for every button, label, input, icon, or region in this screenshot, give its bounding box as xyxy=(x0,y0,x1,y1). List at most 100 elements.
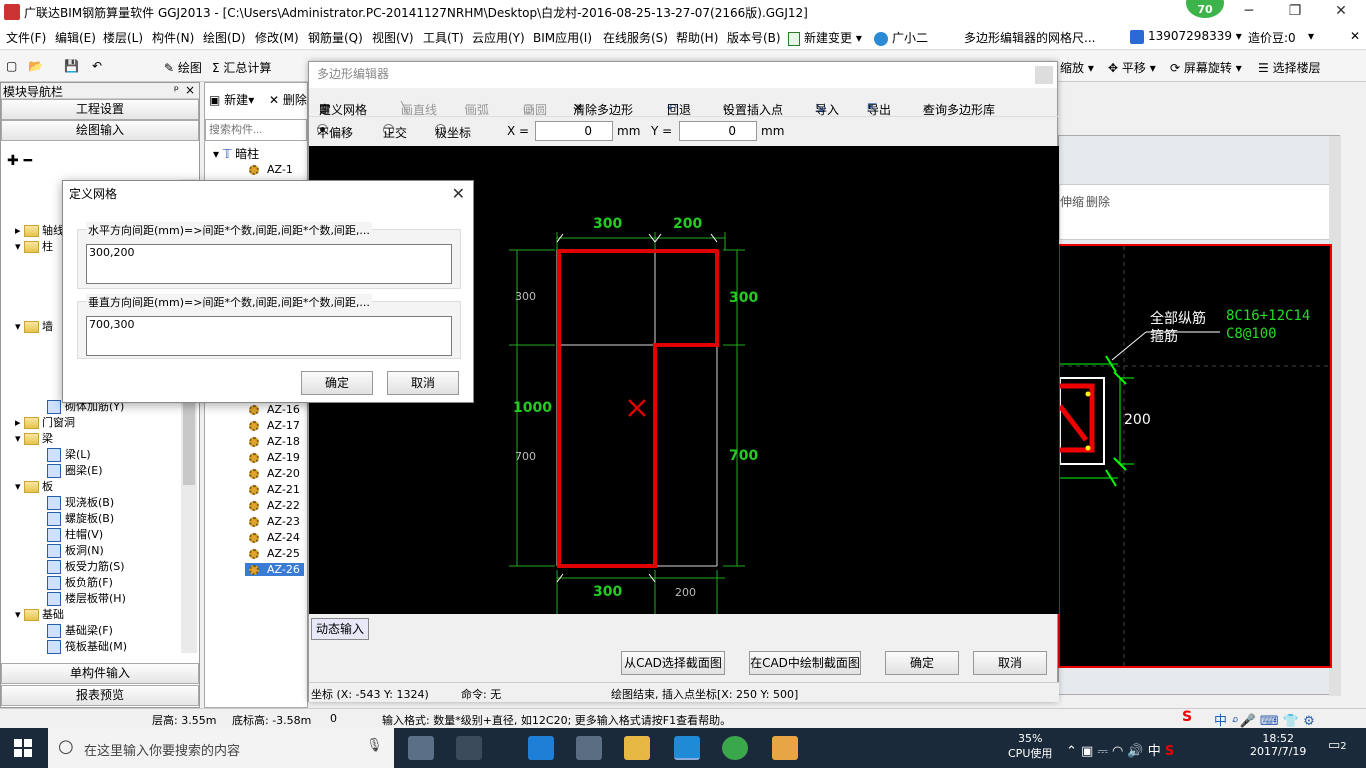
polygon-close-icon[interactable] xyxy=(1035,66,1053,84)
score-badge[interactable]: 70 xyxy=(1184,0,1226,20)
cancel-button[interactable]: 取消 xyxy=(973,651,1047,675)
dialog-close-icon[interactable]: ✕ xyxy=(452,184,465,203)
file-explorer-icon[interactable] xyxy=(624,736,650,760)
menu-version[interactable]: 版本号(B) xyxy=(727,29,781,46)
undo-icon[interactable]: ↶ xyxy=(92,59,102,73)
tree-column-cap[interactable]: 柱帽(V) xyxy=(47,527,103,543)
menu-help[interactable]: 帮助(H) xyxy=(676,29,718,46)
store-icon[interactable] xyxy=(576,736,602,760)
list-item[interactable]: AZ-20 xyxy=(249,467,300,480)
pin-icon[interactable]: ᵖ xyxy=(174,83,179,97)
tree-slab-neg-rebar[interactable]: 板负筋(F) xyxy=(47,575,113,591)
expand-collapse-icon[interactable]: ✚ ━ xyxy=(7,153,32,169)
single-input-button[interactable]: 单构件输入 xyxy=(1,663,199,684)
sogou-ime-icon[interactable]: S xyxy=(1182,709,1192,725)
nav-close-icon[interactable]: × xyxy=(185,83,195,97)
component-search-input[interactable] xyxy=(205,119,307,141)
shrink-button[interactable]: 伸缩 xyxy=(1060,193,1084,210)
menu-rebar[interactable]: 钢筋量(Q) xyxy=(308,29,363,46)
tree-raft[interactable]: 筏板基础(M) xyxy=(47,639,127,655)
tree-spiral-slab[interactable]: 螺旋板(B) xyxy=(47,511,114,527)
list-item-selected[interactable]: AZ-26 xyxy=(245,563,304,576)
tree-foundation[interactable]: ▾ 基础 xyxy=(15,607,64,623)
cad-draw-button[interactable]: 在CAD中绘制截面图 xyxy=(749,651,861,675)
section-canvas[interactable]: 全部纵筋 8C16+12C14 箍筋 C8@100 200 xyxy=(1058,244,1332,668)
list-item[interactable]: AZ-1 xyxy=(249,163,293,176)
project-settings-button[interactable]: 工程设置 xyxy=(1,99,199,120)
tree-slab[interactable]: ▾ 板 xyxy=(15,479,53,495)
list-item[interactable]: AZ-25 xyxy=(249,547,300,560)
notice-link[interactable]: 多边形编辑器的网格尺... xyxy=(964,29,1095,46)
list-item[interactable]: AZ-16 xyxy=(249,403,300,416)
tree-door-window[interactable]: ▸ 门窗洞 xyxy=(15,415,75,431)
rotate-screen-button[interactable]: ⟳ 屏幕旋转 ▾ xyxy=(1170,59,1242,76)
tree-ring-beam[interactable]: 圈梁(E) xyxy=(47,463,103,479)
tray-icons[interactable]: ⌃ ▣ ⎓ ◠ 🔊 中 S xyxy=(1066,740,1174,759)
menu-view[interactable]: 视图(V) xyxy=(372,29,414,46)
guangxiaoer-button[interactable]: 广小二 xyxy=(874,29,928,46)
report-preview-button[interactable]: 报表预览 xyxy=(1,685,199,706)
pan-button[interactable]: ✥ 平移 ▾ xyxy=(1108,59,1156,76)
tree-floor-strip[interactable]: 楼层板带(H) xyxy=(47,591,126,607)
list-item[interactable]: AZ-24 xyxy=(249,531,300,544)
minimize-icon[interactable]: ─ xyxy=(1226,0,1272,24)
menu-edit[interactable]: 编辑(E) xyxy=(55,29,96,46)
close-icon[interactable]: ✕ xyxy=(1318,0,1364,24)
tree-slab-rebar[interactable]: 板受力筋(S) xyxy=(47,559,125,575)
user-phone[interactable]: 13907298339 ▾ xyxy=(1130,29,1242,44)
tree-beam-l[interactable]: 梁(L) xyxy=(47,447,91,463)
zoom-button[interactable]: 缩放 ▾ xyxy=(1060,59,1094,76)
browser-360-icon[interactable] xyxy=(456,736,482,760)
vertical-spacing-input[interactable]: 700,300 xyxy=(86,316,452,356)
menu-online[interactable]: 在线服务(S) xyxy=(603,29,668,46)
list-item[interactable]: AZ-23 xyxy=(249,515,300,528)
tree-beam[interactable]: ▾ 梁 xyxy=(15,431,53,447)
menu-draw[interactable]: 绘图(D) xyxy=(203,29,246,46)
tree-column[interactable]: ▾ 柱 xyxy=(15,239,53,255)
new-file-icon[interactable]: ▢ xyxy=(6,59,17,73)
notification-center-icon[interactable]: ▭2 xyxy=(1328,738,1347,753)
delete-component-button[interactable]: ✕ 删除 xyxy=(269,91,307,108)
draw-input-button[interactable]: 绘图输入 xyxy=(1,120,199,141)
save-icon[interactable]: 💾 xyxy=(64,59,79,73)
menu-close-icon[interactable]: ✕ xyxy=(1350,29,1360,43)
menu-tools[interactable]: 工具(T) xyxy=(423,29,464,46)
notes-app-icon[interactable] xyxy=(772,736,798,760)
grid-cancel-button[interactable]: 取消 xyxy=(387,371,459,395)
maximize-icon[interactable]: ❐ xyxy=(1272,0,1318,24)
task-view-icon[interactable] xyxy=(408,736,434,760)
menu-modify[interactable]: 修改(M) xyxy=(255,29,299,46)
x-input[interactable]: 0 xyxy=(535,121,613,141)
list-item[interactable]: AZ-21 xyxy=(249,483,300,496)
microphone-icon[interactable]: 🎙 xyxy=(366,738,383,753)
tree-foundation-beam[interactable]: 基础梁(F) xyxy=(47,623,113,639)
open-folder-icon[interactable]: 📂 xyxy=(28,59,43,73)
draw-button[interactable]: ✎ 绘图 xyxy=(164,59,202,76)
select-floor-button[interactable]: ☰ 选择楼层 xyxy=(1258,59,1321,76)
cad-select-button[interactable]: 从CAD选择截面图 xyxy=(621,651,725,675)
sum-calc-button[interactable]: Σ 汇总计算 xyxy=(212,59,271,76)
cpu-meter[interactable]: 35% CPU使用 xyxy=(1008,732,1052,761)
new-change-button[interactable]: 新建变更 ▾ xyxy=(788,29,862,46)
tree-cast-slab[interactable]: 现浇板(B) xyxy=(47,495,114,511)
list-item[interactable]: AZ-17 xyxy=(249,419,300,432)
menu-file[interactable]: 文件(F) xyxy=(6,29,46,46)
menu-cloud[interactable]: 云应用(Y) xyxy=(472,29,525,46)
list-item[interactable]: AZ-22 xyxy=(249,499,300,512)
menu-floor[interactable]: 楼层(L) xyxy=(103,29,143,46)
edge-icon[interactable] xyxy=(528,736,554,760)
ok-button[interactable]: 确定 xyxy=(885,651,959,675)
group-hidden-column[interactable]: ▾ 𝕋 暗柱 xyxy=(213,145,259,162)
delete-button[interactable]: 删除 xyxy=(1086,193,1110,210)
tree-axis[interactable]: ▸ 轴线 xyxy=(15,223,64,239)
tree-slab-hole[interactable]: 板洞(N) xyxy=(47,543,104,559)
list-item[interactable]: AZ-18 xyxy=(249,435,300,448)
price-bean[interactable]: 造价豆:0 xyxy=(1248,29,1296,46)
list-item[interactable]: AZ-19 xyxy=(249,451,300,464)
tree-wall[interactable]: ▾ 墙 xyxy=(15,319,53,335)
menu-extra-icon[interactable]: ▾ xyxy=(1308,29,1314,43)
ime-lang-icon[interactable]: 中 ·ͦ 🎤 ⌨ 👕 ⚙ xyxy=(1214,710,1315,729)
new-component-button[interactable]: ▣ 新建▾ xyxy=(209,91,254,108)
horizontal-spacing-input[interactable]: 300,200 xyxy=(86,244,452,284)
green-app-icon[interactable] xyxy=(722,736,748,760)
